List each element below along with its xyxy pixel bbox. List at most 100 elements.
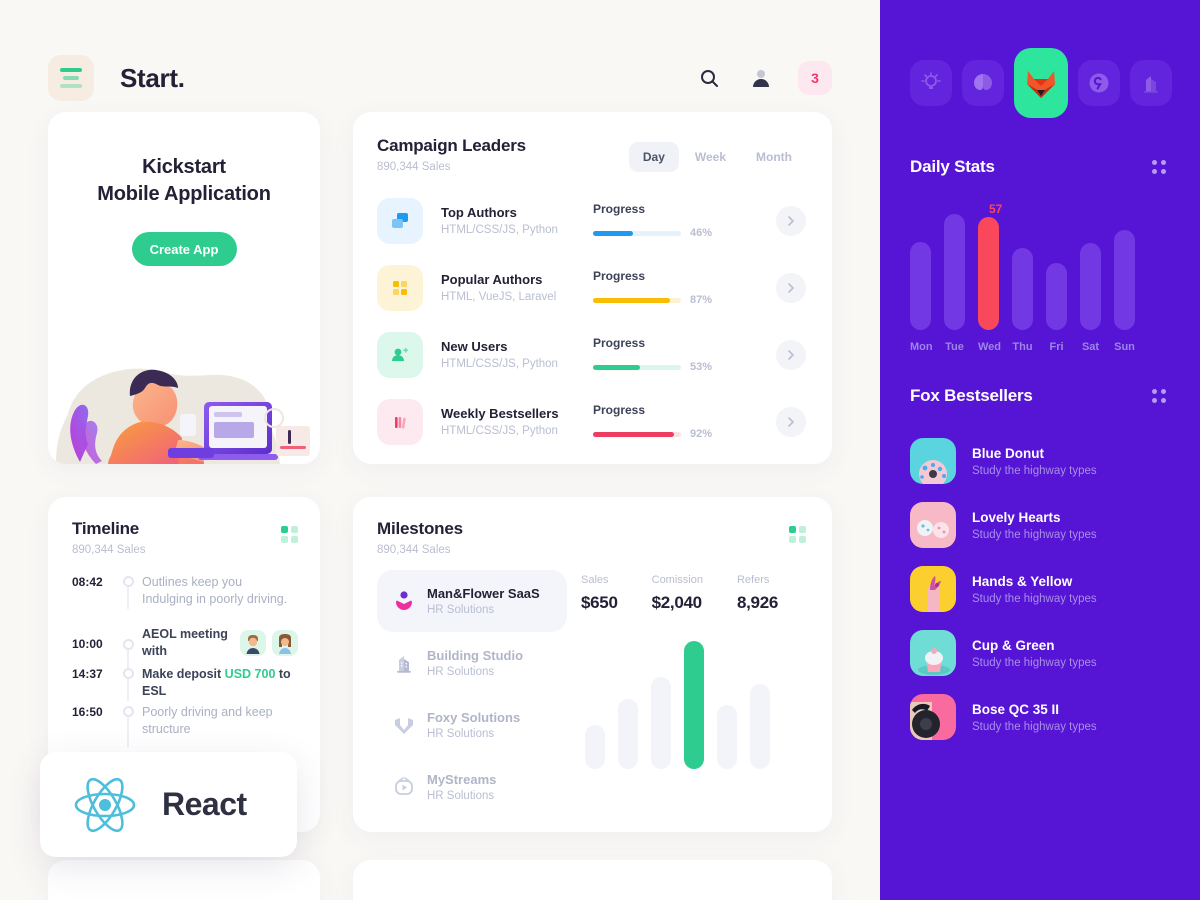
milestone-name: Building Studio <box>427 648 524 663</box>
chart-label-wed: Wed <box>978 341 1002 353</box>
progress-bar-fill <box>593 297 670 303</box>
notification-badge[interactable]: 3 <box>798 61 832 95</box>
fox-icon[interactable] <box>1014 48 1068 118</box>
grid-menu-icon[interactable] <box>789 519 806 543</box>
timeline-time: 10:00 <box>72 636 103 651</box>
stat-label: Sales <box>581 574 609 586</box>
progress-bar-track <box>593 364 681 370</box>
list-item-name: Lovely Hearts <box>972 509 1061 525</box>
timeline-item[interactable]: 08:42 Outlines keep you Indulging in poo… <box>72 574 298 620</box>
avatar[interactable] <box>240 630 266 656</box>
milestones-stats-chart: Sales $650 Comission $2,040 Refers 8,926 <box>567 570 806 818</box>
building-icon <box>389 651 419 675</box>
search-icon[interactable] <box>694 63 724 93</box>
grid-dots-icon[interactable] <box>1146 383 1172 409</box>
list-item-desc: Study the highway types <box>972 592 1097 605</box>
milestones-card: Milestones 890,344 Sales Man&Flower SaaS… <box>353 497 832 832</box>
milestones-header: Milestones 890,344 Sales <box>377 519 806 556</box>
daily-labels: Mon Tue Wed Thu Fri Sat Sun <box>910 341 1172 353</box>
campaign-row-meta: New Users HTML/CSS/JS, Python <box>441 339 593 370</box>
campaign-header: Campaign Leaders 890,344 Sales Day Week … <box>377 136 806 173</box>
campaign-row-name: New Users <box>441 339 508 354</box>
lovely-hearts-thumb <box>910 502 956 548</box>
nine-circle-icon[interactable] <box>1077 60 1120 106</box>
milestone-row[interactable]: Building Studio HR Solutions <box>377 632 567 694</box>
chart-bar-thu <box>1012 248 1033 330</box>
list-item[interactable]: Hands & Yellow Study the highway types <box>910 557 1172 621</box>
hands-yellow-thumb <box>910 566 956 612</box>
milestone-row[interactable]: MyStreams HR Solutions <box>377 756 567 818</box>
chevron-right-icon[interactable] <box>776 272 806 303</box>
chart-label-tue: Tue <box>945 341 964 353</box>
campaign-row[interactable]: Popular Authors HTML, VueJS, Laravel Pro… <box>377 254 806 321</box>
progress-percent: 87% <box>690 294 713 306</box>
campaign-subtitle: 890,344 Sales <box>377 161 451 173</box>
list-item[interactable]: Lovely Hearts Study the highway types <box>910 493 1172 557</box>
stat-sales: Sales $650 <box>581 574 618 613</box>
tab-week[interactable]: Week <box>681 142 740 172</box>
grid-menu-icon[interactable] <box>281 519 298 543</box>
top-bar: Start. 3 <box>0 0 880 112</box>
progress-bar-fill <box>593 364 640 370</box>
timeline-item[interactable]: 14:37 Make deposit USD 700 to ESL <box>72 666 298 704</box>
react-badge-card[interactable]: React <box>40 752 297 857</box>
timeline-item[interactable]: 10:00 AEOL meeting with <box>72 620 298 672</box>
chevron-right-icon[interactable] <box>776 205 806 236</box>
tab-month[interactable]: Month <box>742 142 806 172</box>
brand-title: Start. <box>120 62 185 93</box>
milestones-stats: Sales $650 Comission $2,040 Refers 8,926 <box>581 570 806 613</box>
list-item[interactable]: Cup & Green Study the highway types <box>910 621 1172 685</box>
list-item-name: Hands & Yellow <box>972 573 1073 589</box>
milestone-row[interactable]: Foxy Solutions HR Solutions <box>377 694 567 756</box>
campaign-row-desc: HTML/CSS/JS, Python <box>441 358 558 370</box>
campaign-title: Campaign Leaders <box>377 136 526 155</box>
milestone-row[interactable]: Man&Flower SaaS HR Solutions <box>377 570 567 632</box>
campaign-row-name: Top Authors <box>441 205 517 220</box>
timeline-avatars <box>240 630 298 656</box>
tab-day[interactable]: Day <box>628 142 679 172</box>
arc-shape-icon[interactable] <box>962 60 1005 106</box>
progress-percent: 46% <box>690 227 713 239</box>
list-item-meta: Blue Donut Study the highway types <box>972 446 1097 477</box>
avatar[interactable] <box>272 630 298 656</box>
lightbulb-icon[interactable] <box>910 60 953 106</box>
list-item[interactable]: Bose QC 35 II Study the highway types <box>910 685 1172 749</box>
timeline-item[interactable]: 16:50 Poorly driving and keep structure <box>72 704 298 747</box>
hamburger-logo-icon[interactable] <box>48 55 94 101</box>
tv-play-icon <box>389 775 419 799</box>
bestsellers-header: Fox Bestsellers <box>910 383 1172 409</box>
building-icon[interactable] <box>1129 60 1173 106</box>
timeline-text-before: Make deposit <box>142 667 225 681</box>
user-avatar-icon[interactable] <box>746 63 776 93</box>
progress-bar-fill <box>593 431 674 437</box>
user-plus-icon <box>377 331 423 378</box>
kickstart-card: Kickstart Mobile Application Create App <box>48 112 320 464</box>
timeline-header: Timeline 890,344 Sales <box>72 519 298 556</box>
chart-label-fri: Fri <box>1049 341 1064 353</box>
list-item-name: Bose QC 35 II <box>972 701 1060 717</box>
list-item[interactable]: Blue Donut Study the highway types <box>910 429 1172 493</box>
create-app-button[interactable]: Create App <box>131 232 237 266</box>
bestsellers-title: Fox Bestsellers <box>910 386 1033 405</box>
campaign-row[interactable]: New Users HTML/CSS/JS, Python Progress 5… <box>377 321 806 388</box>
campaign-row[interactable]: Weekly Bestsellers HTML/CSS/JS, Python P… <box>377 388 806 455</box>
campaign-row-name: Popular Authors <box>441 272 543 287</box>
list-item-meta: Bose QC 35 II Study the highway types <box>972 702 1097 733</box>
chart-bar-sat <box>1080 243 1101 330</box>
timeline-text: AEOL meeting with <box>142 627 228 658</box>
chart-bar-tue <box>944 214 965 330</box>
timeline-time: 08:42 <box>72 575 103 589</box>
campaign-row-desc: HTML/CSS/JS, Python <box>441 425 558 437</box>
grid-dots-icon[interactable] <box>1146 154 1172 180</box>
flower-icon <box>389 589 419 613</box>
timeline-marker <box>114 574 142 609</box>
progress-bar-fill <box>593 230 634 236</box>
chevron-right-icon[interactable] <box>776 339 806 370</box>
list-item-name: Blue Donut <box>972 445 1044 461</box>
campaign-row[interactable]: Top Authors HTML/CSS/JS, Python Progress… <box>377 187 806 254</box>
stat-value: 8,926 <box>736 593 779 612</box>
chart-bar <box>750 684 770 769</box>
milestone-desc: HR Solutions <box>427 604 495 616</box>
timeline-marker <box>114 637 142 672</box>
chevron-right-icon[interactable] <box>776 406 806 437</box>
